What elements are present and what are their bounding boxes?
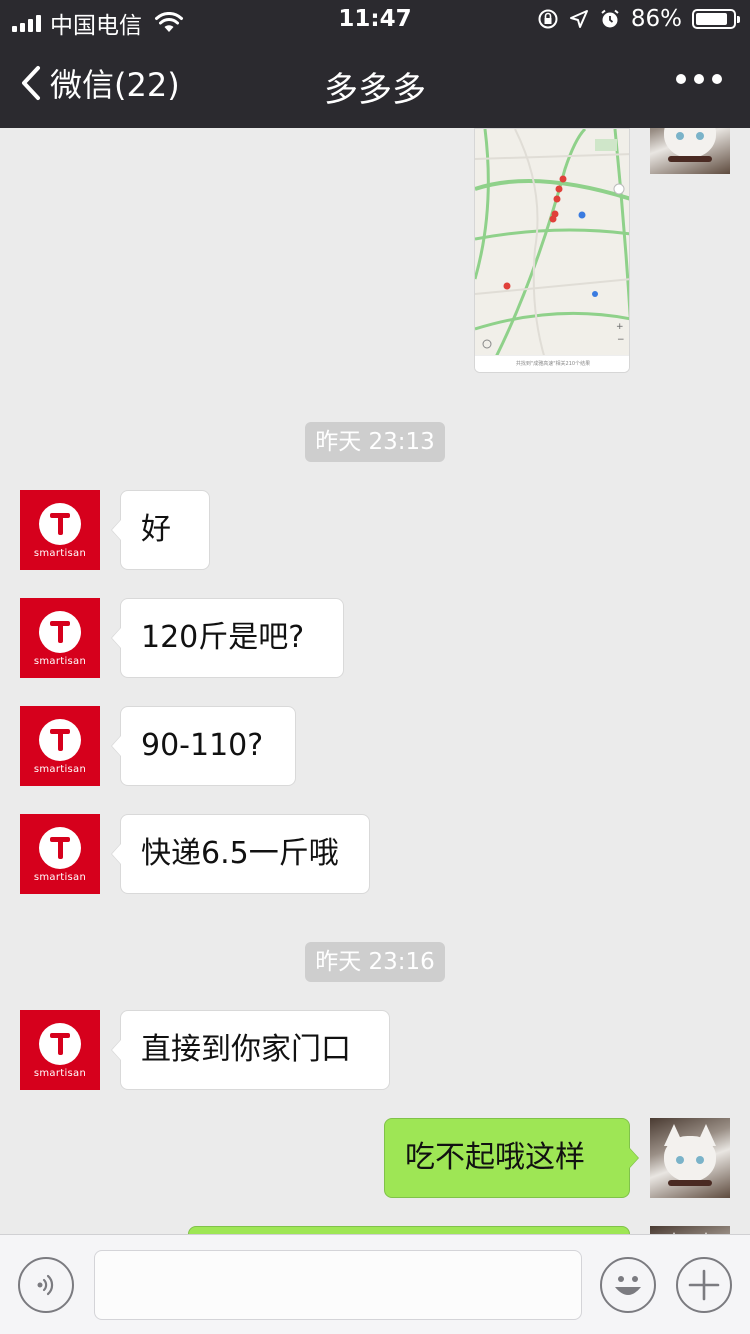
svg-text:−: − [617,335,625,345]
message-bubble[interactable]: 快递6.5一斤哦 [111,814,370,894]
self-avatar[interactable] [650,1118,730,1198]
self-avatar[interactable] [650,128,730,174]
smartisan-logo-icon [39,503,81,545]
smartisan-logo-icon [39,1023,81,1065]
status-bar: 中国电信 11:47 86% [0,0,750,40]
map-caption: 共找到"成雅高速"相关210个结果 [475,355,629,372]
message-input[interactable] [94,1250,582,1320]
message-bubble[interactable]: 90-110? [111,706,296,786]
smartisan-logo-icon [39,611,81,653]
battery-percent: 86% [630,6,682,32]
message-bubble-self[interactable] [188,1226,630,1234]
smartisan-logo-icon [39,827,81,869]
avatar-brand: smartisan [33,656,87,667]
voice-icon [37,1274,54,1296]
plus-icon [688,1269,720,1301]
message-bubble-self[interactable]: 吃不起哦这样 [384,1118,639,1198]
svg-text:+: + [616,322,624,332]
location-icon [569,10,588,28]
voice-button[interactable] [18,1257,74,1313]
avatar-brand: smartisan [33,872,87,883]
battery-icon [692,9,740,29]
self-avatar[interactable] [650,1226,730,1234]
chat-area[interactable]: + − 共找到"成雅高速"相关210个结果 昨天 23:13 smartisan… [0,128,750,1234]
alarm-icon [601,9,619,28]
input-bar [0,1234,750,1334]
avatar-brand: smartisan [33,548,87,559]
contact-avatar[interactable]: smartisan [20,706,100,786]
contact-avatar[interactable]: smartisan [20,814,100,894]
timestamp: 昨天 23:13 [305,422,445,462]
emoji-button[interactable] [600,1257,656,1313]
contact-avatar[interactable]: smartisan [20,1010,100,1090]
avatar-brand: smartisan [33,764,87,775]
rotation-lock-icon [538,9,558,29]
contact-avatar[interactable]: smartisan [20,598,100,678]
smartisan-logo-icon [39,719,81,761]
map-image: + − [475,129,629,359]
avatar-brand: smartisan [33,1068,87,1079]
more-icon[interactable] [676,74,722,84]
message-bubble[interactable]: 120斤是吧? [111,598,344,678]
top-bar: 中国电信 11:47 86% 微信(22) 多多多 [0,0,750,128]
message-bubble[interactable]: 直接到你家门口 [111,1010,390,1090]
nav-bar: 微信(22) 多多多 [0,40,750,128]
contact-avatar[interactable]: smartisan [20,490,100,570]
emoji-icon [615,1276,641,1295]
plus-button[interactable] [676,1257,732,1313]
chat-title: 多多多 [324,70,426,110]
timestamp: 昨天 23:16 [305,942,445,982]
map-message[interactable]: + − 共找到"成雅高速"相关210个结果 [474,128,630,373]
message-bubble[interactable]: 好 [111,490,210,570]
